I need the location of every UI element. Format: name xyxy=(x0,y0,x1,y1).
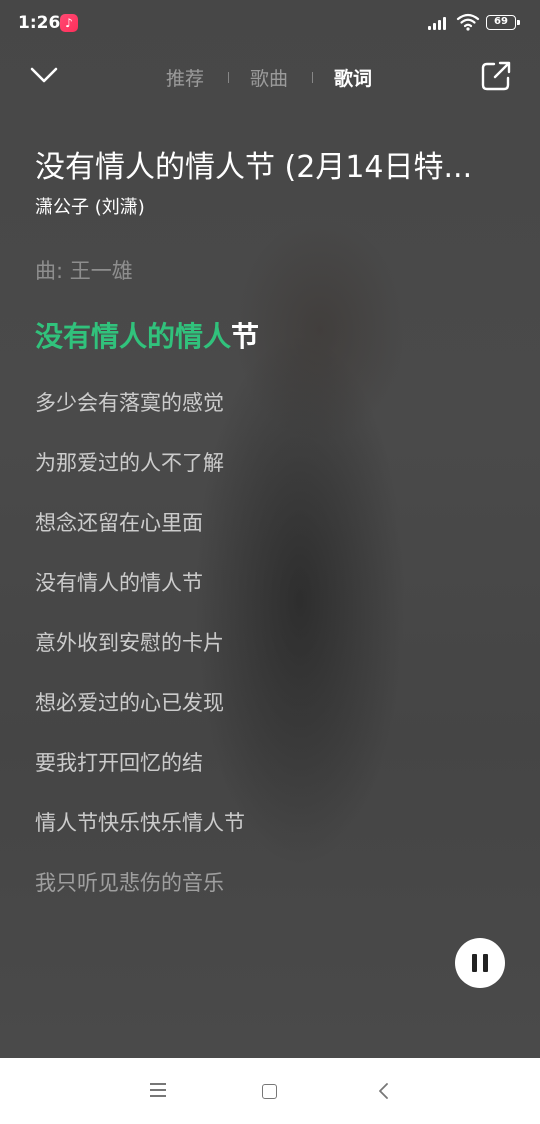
wifi-icon xyxy=(456,13,480,31)
pause-button[interactable] xyxy=(455,938,505,988)
lyric-composer-line: 曲: 王一雄 xyxy=(35,259,133,283)
chevron-down-icon[interactable] xyxy=(28,62,60,88)
lyric-line: 想念还留在心里面 xyxy=(35,511,203,535)
system-nav-bar xyxy=(0,1058,540,1124)
tab-divider xyxy=(228,72,229,83)
music-note-icon: ♪ xyxy=(60,14,78,32)
lyric-line: 要我打开回忆的结 xyxy=(35,751,203,775)
tab-divider xyxy=(312,72,313,83)
back-icon[interactable] xyxy=(376,1082,392,1100)
lyric-current-rest: 节 xyxy=(231,320,260,353)
home-icon[interactable] xyxy=(262,1084,277,1099)
tab-song[interactable]: 歌曲 xyxy=(250,64,288,91)
pause-icon xyxy=(483,954,488,972)
lyric-current-sung: 没有情人的情人 xyxy=(35,320,232,353)
lyric-line: 情人节快乐快乐情人节 xyxy=(35,811,245,835)
top-nav: 推荐 歌曲 歌词 xyxy=(0,56,540,100)
menu-icon[interactable] xyxy=(150,1083,166,1097)
song-artist[interactable]: 潇公子 (刘潇) xyxy=(35,193,145,219)
signal-icon xyxy=(428,16,450,30)
player-screen: 1:26 ♪ 69 推荐 歌曲 歌词 没有情人的情人节 (2月14日特... 潇… xyxy=(0,0,540,1058)
lyric-line: 我只听见悲伤的音乐 xyxy=(35,871,224,895)
tab-lyrics[interactable]: 歌词 xyxy=(334,64,372,91)
lyric-line: 多少会有落寞的感觉 xyxy=(35,391,224,415)
share-icon[interactable] xyxy=(480,60,512,92)
lyric-line: 为那爱过的人不了解 xyxy=(35,451,224,475)
battery-icon: 69 xyxy=(486,15,520,30)
tab-recommend[interactable]: 推荐 xyxy=(166,64,204,91)
pause-icon xyxy=(472,954,477,972)
lyric-line: 没有情人的情人节 xyxy=(35,571,203,595)
status-time: 1:26 xyxy=(18,13,61,33)
lyric-line: 想必爱过的心已发现 xyxy=(35,691,224,715)
song-title: 没有情人的情人节 (2月14日特... xyxy=(35,150,473,185)
lyric-current-line: 没有情人的情人节 xyxy=(35,315,259,355)
lyric-line: 意外收到安慰的卡片 xyxy=(35,631,224,655)
status-bar: 1:26 ♪ 69 xyxy=(0,0,540,46)
